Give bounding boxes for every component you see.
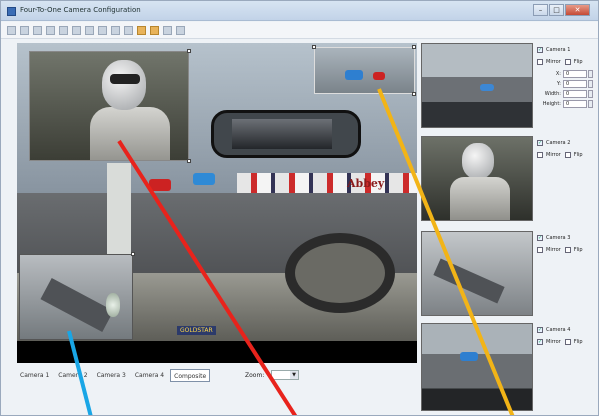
blue-pointer-line <box>67 330 93 415</box>
orange-pointer-line <box>377 88 515 415</box>
app-window: Four-To-One Camera Configuration – □ ✕ A… <box>0 0 599 416</box>
annotation-arrows <box>67 88 515 415</box>
red-pointer-line <box>117 139 298 415</box>
